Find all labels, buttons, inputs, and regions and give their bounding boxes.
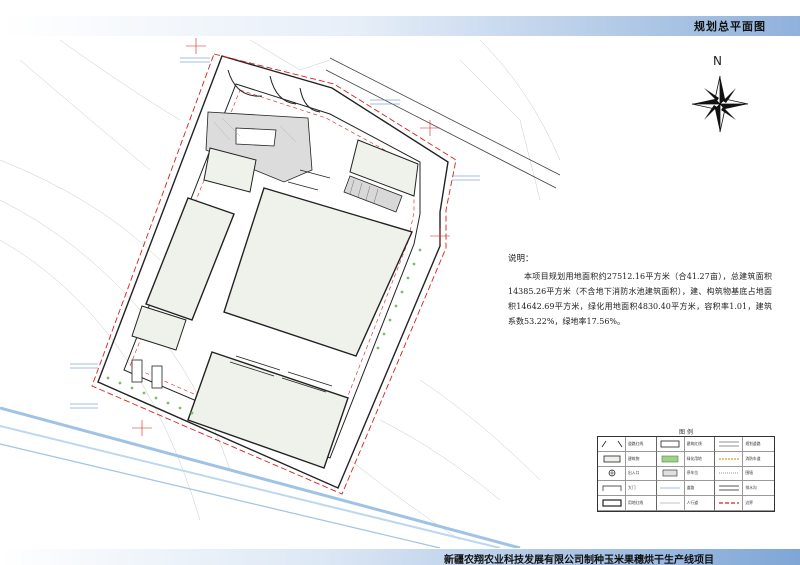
legend-item: 建筑物 xyxy=(598,451,657,467)
fire-lane-icon xyxy=(715,451,744,466)
green-area-icon xyxy=(657,451,685,466)
building-south-warehouse xyxy=(187,351,349,469)
legend-item: 人行道 xyxy=(656,496,716,511)
sidewalk-icon xyxy=(657,496,685,510)
legend-item: 出入口 xyxy=(598,466,657,482)
legend-item: 道路红线 xyxy=(598,437,657,452)
site-boundary-icon xyxy=(598,496,626,510)
red-boundary-icon xyxy=(715,496,744,510)
entrance-curves xyxy=(227,69,321,113)
notes-title: 说明： xyxy=(508,254,534,264)
legend-item: 大门 xyxy=(598,481,657,497)
north-arrow-icon xyxy=(691,75,749,133)
legend-table: 图 例 道路红线 建筑红线 规划道路 建筑物 绿化用地 消防车道 出入口 停车位… xyxy=(597,429,775,512)
north-label: N xyxy=(713,54,722,68)
project-title: 新疆农翔农业科技发展有限公司制种玉米果穗烘干生产线项目 xyxy=(444,555,714,565)
legend-title: 图 例 xyxy=(679,429,693,436)
header-bar xyxy=(0,16,800,36)
page-title: 规划总平面图 xyxy=(694,20,766,33)
parking-icon xyxy=(657,466,685,481)
legend-item: 绿化用地 xyxy=(656,451,716,467)
legend-item: 道路 xyxy=(656,481,716,497)
legend-item: 停车位 xyxy=(656,466,716,482)
legend-item: 围墙 xyxy=(715,466,774,482)
building-main-warehouse xyxy=(223,187,413,357)
gate-icon xyxy=(598,481,626,496)
legend-item: 用地红线 xyxy=(598,496,657,511)
notes-block: 说明： 本项目规划用地面积约27512.16平方米（合41.27亩），总建筑面积… xyxy=(508,252,772,329)
planned-road-icon xyxy=(715,437,744,451)
small-tanks xyxy=(131,359,163,389)
drain-icon xyxy=(715,481,744,496)
entrance-icon xyxy=(598,466,626,481)
legend-item: 规划道路 xyxy=(715,437,774,452)
road-icon xyxy=(657,481,685,496)
notes-body: 本项目规划用地面积约27512.16平方米（合41.27亩），总建筑面积1438… xyxy=(508,272,772,326)
legend-item: 边界 xyxy=(715,496,774,511)
building-icon xyxy=(598,451,626,466)
legend-item: 消防车道 xyxy=(715,451,774,467)
building-line-icon xyxy=(657,437,685,451)
legend-item: 排水沟 xyxy=(715,481,774,497)
wall-icon xyxy=(715,466,744,481)
road-red-line-icon xyxy=(598,437,626,451)
office-building xyxy=(235,127,277,147)
legend-item: 建筑红线 xyxy=(656,437,716,452)
